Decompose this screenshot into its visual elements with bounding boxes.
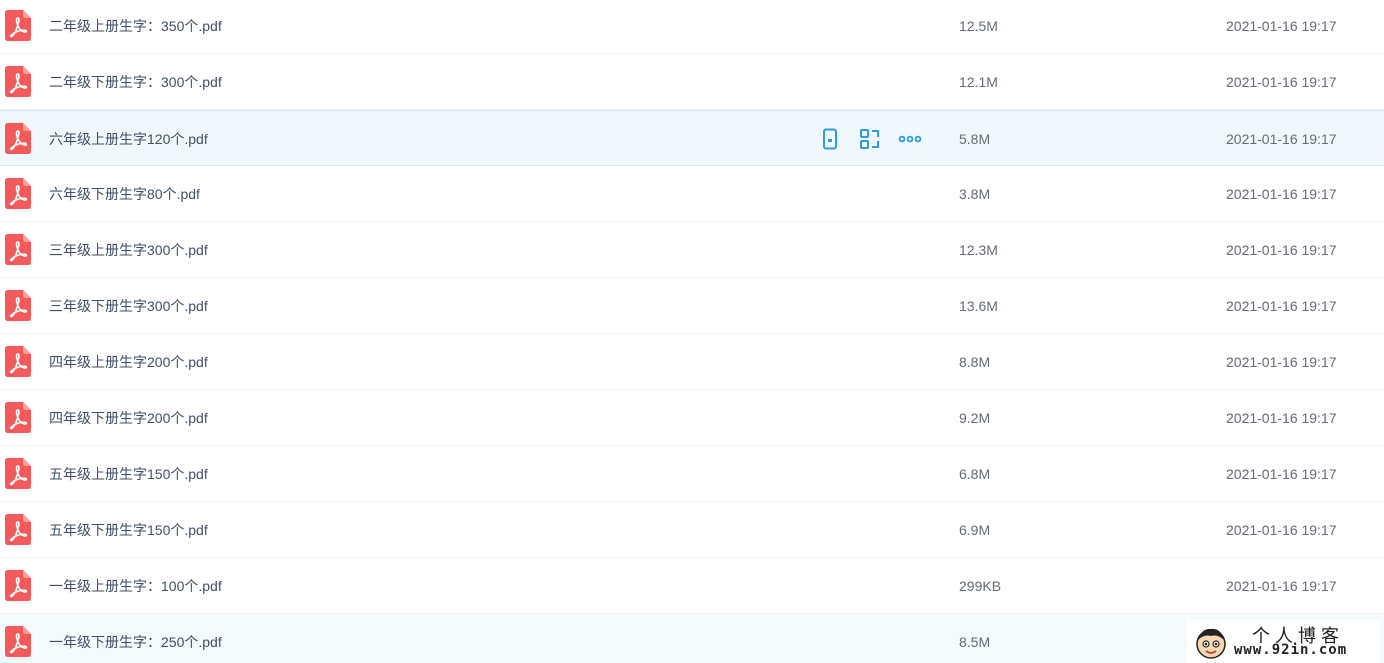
send-to-phone-button[interactable] (818, 128, 842, 150)
more-button[interactable] (898, 128, 922, 150)
file-row[interactable]: 二年级上册生字：350个.pdf 12.5M 2021-01-16 19:17 (0, 0, 1384, 54)
file-modified-time: 2021-01-16 19:17 (1226, 410, 1337, 426)
file-row[interactable]: 六年级下册生字80个.pdf 3.8M 2021-01-16 19:17 (0, 166, 1384, 222)
file-size: 12.5M (959, 18, 998, 34)
file-name[interactable]: 一年级下册生字：250个.pdf (49, 614, 222, 663)
phone-icon (823, 128, 837, 150)
file-row[interactable]: 三年级下册生字300个.pdf 13.6M 2021-01-16 19:17 (0, 278, 1384, 334)
pdf-icon (5, 66, 31, 97)
file-modified-time: 2021-01-16 19:17 (1226, 186, 1337, 202)
file-modified-time: 2021-01-16 19:17 (1226, 298, 1337, 314)
file-modified-time: 2021-01-16 19:17 (1226, 578, 1337, 594)
pdf-icon (5, 570, 31, 601)
file-name[interactable]: 一年级上册生字：100个.pdf (49, 558, 222, 614)
file-size: 3.8M (959, 186, 991, 202)
file-name[interactable]: 五年级上册生字150个.pdf (49, 446, 208, 502)
file-name[interactable]: 二年级上册生字：350个.pdf (49, 0, 222, 54)
file-row[interactable]: 五年级下册生字150个.pdf 6.9M 2021-01-16 19:17 (0, 502, 1384, 558)
file-modified-time: 2021-01-16 19:17 (1226, 131, 1337, 147)
watermark-url: www.92in.com (1234, 642, 1348, 658)
file-modified-time: 2021-01-16 19:17 (1226, 522, 1337, 538)
file-row[interactable]: 三年级上册生字300个.pdf 12.3M 2021-01-16 19:17 (0, 222, 1384, 278)
file-modified-time: 2021-01-16 19:17 (1226, 242, 1337, 258)
file-name[interactable]: 三年级上册生字300个.pdf (49, 222, 208, 278)
file-list: 二年级上册生字：350个.pdf 12.5M 2021-01-16 19:17 二年级… (0, 0, 1384, 663)
file-row[interactable]: 一年级下册生字：250个.pdf 8.5M (0, 614, 1384, 663)
file-row[interactable]: 四年级下册生字200个.pdf 9.2M 2021-01-16 19:17 (0, 390, 1384, 446)
file-row[interactable]: 五年级上册生字150个.pdf 6.8M 2021-01-16 19:17 (0, 446, 1384, 502)
watermark: 个人博客 www.92in.com (1186, 620, 1380, 663)
cartoon-face-icon (1196, 628, 1226, 659)
file-name[interactable]: 三年级下册生字300个.pdf (49, 278, 208, 334)
file-name[interactable]: 六年级上册生字120个.pdf (49, 111, 208, 167)
pdf-icon (5, 234, 31, 265)
file-name[interactable]: 二年级下册生字：300个.pdf (49, 54, 222, 110)
file-row[interactable]: 六年级上册生字120个.pdf 5.8M 2021-01-16 19:17 (0, 110, 1384, 166)
pdf-icon (5, 10, 31, 41)
file-name[interactable]: 四年级下册生字200个.pdf (49, 390, 208, 446)
share-button[interactable] (858, 128, 882, 150)
file-modified-time: 2021-01-16 19:17 (1226, 354, 1337, 370)
pdf-icon (5, 458, 31, 489)
file-modified-time: 2021-01-16 19:17 (1226, 18, 1337, 34)
file-modified-time: 2021-01-16 19:17 (1226, 74, 1337, 90)
file-row[interactable]: 四年级上册生字200个.pdf 8.8M 2021-01-16 19:17 (0, 334, 1384, 390)
file-size: 12.3M (959, 242, 998, 258)
file-size: 8.8M (959, 354, 991, 370)
pdf-icon (5, 290, 31, 321)
file-size: 6.8M (959, 466, 991, 482)
file-size: 299KB (959, 578, 1002, 594)
pdf-icon (5, 123, 31, 154)
pdf-icon (5, 514, 31, 545)
file-size: 12.1M (959, 74, 998, 90)
pdf-icon (5, 346, 31, 377)
file-size: 8.5M (959, 634, 991, 650)
file-modified-time: 2021-01-16 19:17 (1226, 466, 1337, 482)
more-dots-icon (898, 135, 922, 143)
file-size: 9.2M (959, 410, 991, 426)
share-link-icon (860, 129, 879, 149)
file-row[interactable]: 二年级下册生字：300个.pdf 12.1M 2021-01-16 19:17 (0, 54, 1384, 110)
file-size: 6.9M (959, 522, 991, 538)
file-name[interactable]: 五年级下册生字150个.pdf (49, 502, 208, 558)
file-row[interactable]: 一年级上册生字：100个.pdf 299KB 2021-01-16 19:17 (0, 558, 1384, 614)
pdf-icon (5, 402, 31, 433)
pdf-icon (5, 626, 31, 657)
file-name[interactable]: 四年级上册生字200个.pdf (49, 334, 208, 390)
file-size: 13.6M (959, 298, 998, 314)
file-name[interactable]: 六年级下册生字80个.pdf (49, 166, 200, 222)
file-size: 5.8M (959, 131, 991, 147)
pdf-icon (5, 178, 31, 209)
